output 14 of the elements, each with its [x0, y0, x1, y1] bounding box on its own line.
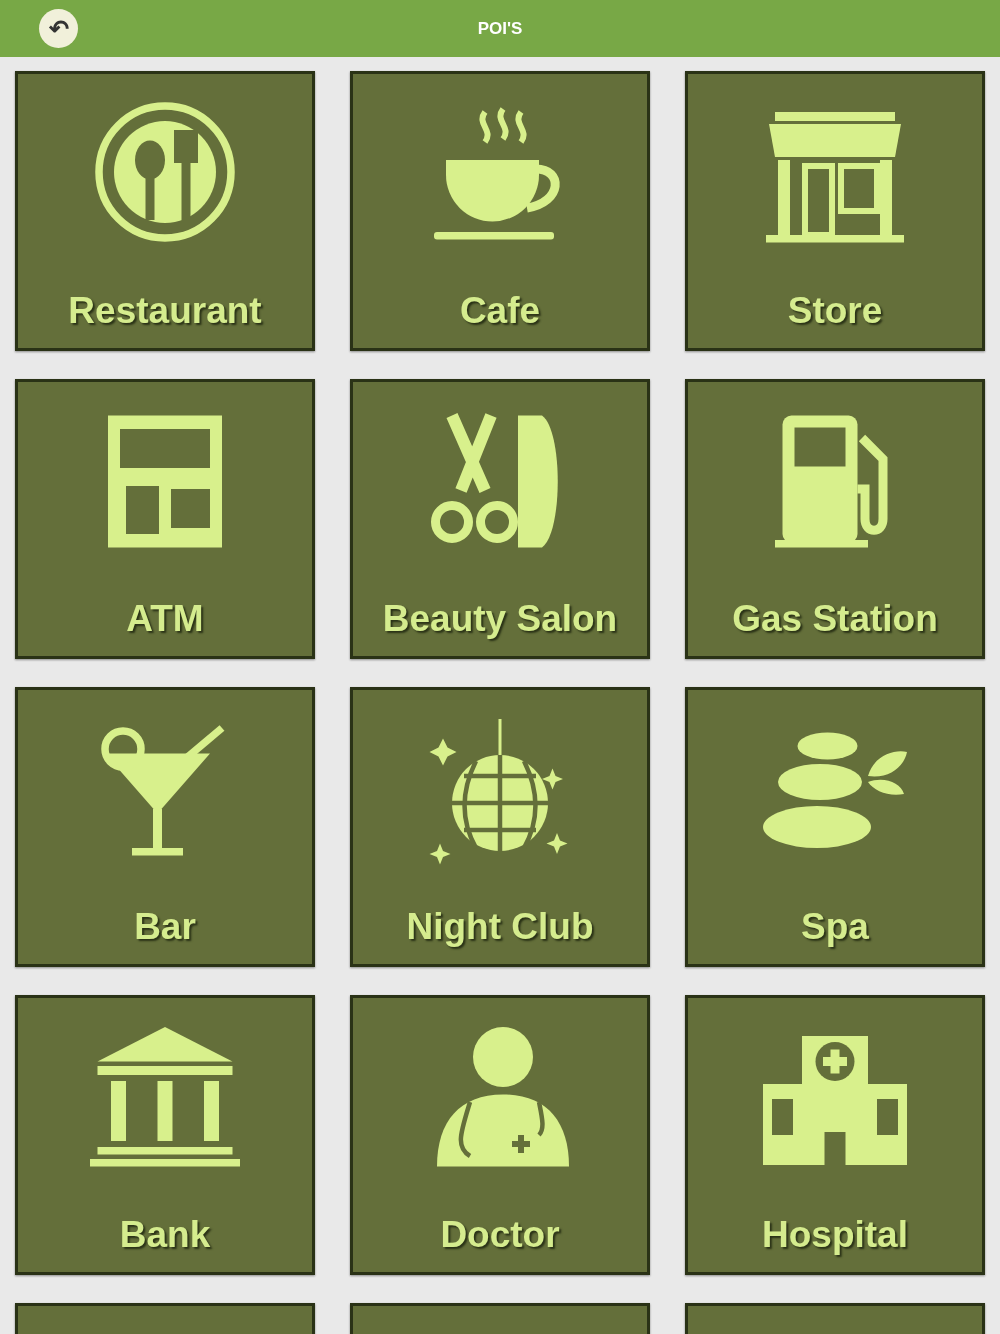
poi-tile[interactable]: Store — [685, 71, 985, 351]
poi-tile[interactable]: Spa — [685, 687, 985, 967]
page-title: POI'S — [477, 17, 523, 40]
poi-tile[interactable]: Beauty Salon — [350, 379, 650, 659]
poi-tile[interactable]: Doctor — [350, 995, 650, 1275]
back-button[interactable]: ↶ — [39, 9, 78, 48]
poi-tile[interactable]: Gas Station — [685, 379, 985, 659]
poi-tile[interactable]: Hospital — [685, 995, 985, 1275]
poi-tile[interactable]: ATM — [15, 379, 315, 659]
poi-tile[interactable]: Bar — [15, 687, 315, 967]
poi-tile[interactable]: Restaurant — [15, 71, 315, 351]
poi-tile[interactable]: Bank — [15, 995, 315, 1275]
poi-tile[interactable]: Cafe — [350, 71, 650, 351]
poi-tile[interactable]: Night Club — [350, 687, 650, 967]
